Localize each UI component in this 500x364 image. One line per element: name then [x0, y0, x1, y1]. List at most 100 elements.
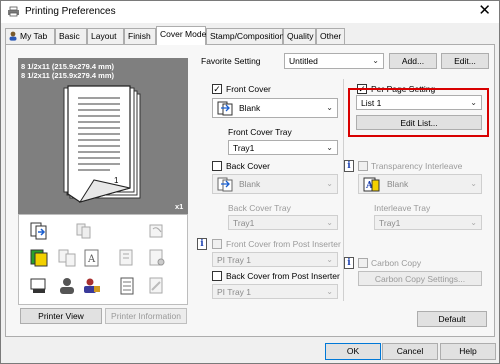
- page-stack-illustration: [63, 85, 141, 203]
- duplex-icon: [30, 222, 47, 240]
- front-post-inserter-label: Front Cover from Post Inserter: [226, 239, 341, 249]
- booklet-icon: [149, 224, 163, 238]
- back-cover-tray-value: Tray1: [233, 218, 255, 228]
- help-button[interactable]: Help: [440, 343, 496, 360]
- favorite-setting-value: Untitled: [289, 56, 318, 66]
- tab-finish[interactable]: Finish: [124, 28, 156, 44]
- transparency-interleave-label: Transparency Interleave: [371, 161, 463, 171]
- back-post-inserter-value: PI Tray 1: [217, 287, 252, 297]
- chevron-down-icon: ⌄: [326, 287, 333, 296]
- cover-sheet-icon: [217, 177, 233, 192]
- front-cover-tray-value: Tray1: [233, 143, 255, 153]
- cancel-button[interactable]: Cancel: [382, 343, 438, 360]
- printing-preferences-window: Printing Preferences ✕ My Tab Basic Layo…: [0, 0, 500, 364]
- watermark-icon: [149, 277, 163, 294]
- front-cover-tray-select[interactable]: Tray1 ⌄: [228, 140, 338, 155]
- tab-quality[interactable]: Quality: [283, 28, 316, 44]
- interleave-tray-select[interactable]: Tray1 ⌄: [374, 215, 482, 230]
- front-post-inserter-select[interactable]: PI Tray 1 ⌄: [212, 252, 338, 267]
- chevron-down-icon: ⌄: [326, 103, 333, 112]
- svg-text:A: A: [87, 254, 96, 265]
- tab-cover-mode[interactable]: Cover Mode: [156, 26, 206, 45]
- chevron-down-icon: ⌄: [326, 179, 333, 188]
- interleave-tray-value: Tray1: [379, 218, 401, 228]
- punch-icon: [149, 249, 165, 266]
- window-title: Printing Preferences: [25, 6, 116, 17]
- combine-icon: [76, 223, 91, 239]
- printer-view-button[interactable]: Printer View: [20, 308, 102, 324]
- secure-print-icon: [84, 278, 100, 293]
- text-icon: A: [84, 249, 99, 267]
- carbon-copy-settings-button[interactable]: Carbon Copy Settings...: [358, 271, 482, 286]
- staple-icon: [119, 249, 133, 266]
- tab-label: Basic: [59, 31, 80, 41]
- chevron-down-icon: ⌄: [326, 255, 333, 264]
- transparency-interleave-value: Blank: [387, 179, 409, 189]
- user-icon: [60, 278, 74, 294]
- back-post-inserter-checkbox[interactable]: [212, 271, 222, 281]
- front-cover-value: Blank: [239, 103, 261, 113]
- transparency-interleave-checkbox[interactable]: [358, 161, 368, 171]
- back-cover-tray-label: Back Cover Tray: [228, 203, 291, 213]
- cover-sheet-icon: [217, 101, 233, 116]
- tab-label: Quality: [287, 31, 314, 41]
- transparency-icon: A: [363, 177, 380, 192]
- tab-other[interactable]: Other: [316, 28, 345, 44]
- tab-label: Other: [320, 31, 342, 41]
- back-cover-label: Back Cover: [226, 161, 270, 171]
- color-icon: [30, 249, 48, 267]
- highlight-box: [348, 88, 489, 137]
- default-button[interactable]: Default: [417, 311, 487, 327]
- print-preview: 8 1/2x11 (215.9x279.4 mm) 8 1/2x11 (215.…: [18, 58, 188, 214]
- transparency-interleave-select[interactable]: A Blank ⌄: [358, 174, 482, 194]
- tab-label: Layout: [91, 31, 117, 41]
- carbon-copy-checkbox[interactable]: [358, 258, 368, 268]
- favorite-setting-label: Favorite Setting: [201, 56, 261, 66]
- front-post-inserter-checkbox[interactable]: [212, 239, 222, 249]
- output-tray-icon: [30, 278, 46, 293]
- interleave-tray-label: Interleave Tray: [374, 203, 431, 213]
- preview-paper-size-1: 8 1/2x11 (215.9x279.4 mm): [21, 62, 114, 71]
- carbon-copy-label: Carbon Copy: [371, 258, 422, 268]
- front-cover-select[interactable]: Blank ⌄: [212, 98, 338, 118]
- printer-information-button[interactable]: Printer Information: [105, 308, 187, 324]
- tab-my-tab[interactable]: My Tab: [5, 28, 55, 44]
- ok-button[interactable]: OK: [325, 343, 381, 360]
- tab-stamp-composition[interactable]: Stamp/Composition: [206, 28, 285, 44]
- front-cover-checkbox[interactable]: ✓: [212, 84, 222, 94]
- chevron-down-icon: ⌄: [326, 218, 333, 227]
- info-icon: i: [344, 257, 354, 269]
- chevron-down-icon: ⌄: [470, 218, 477, 227]
- chevron-down-icon: ⌄: [470, 179, 477, 188]
- info-icon: i: [197, 238, 207, 250]
- favorite-setting-select[interactable]: Untitled ⌄: [284, 53, 384, 69]
- favorite-add-button[interactable]: Add...: [389, 53, 437, 69]
- front-cover-label: Front Cover: [226, 84, 271, 94]
- back-cover-value: Blank: [239, 179, 261, 189]
- tab-label: My Tab: [20, 31, 48, 41]
- title-bar: Printing Preferences ✕: [1, 1, 499, 23]
- chevron-down-icon: ⌄: [372, 56, 379, 65]
- back-cover-checkbox[interactable]: [212, 161, 222, 171]
- chevron-down-icon: ⌄: [326, 143, 333, 152]
- back-cover-tray-select[interactable]: Tray1 ⌄: [228, 215, 338, 230]
- preview-paper-size-2: 8 1/2x11 (215.9x279.4 mm): [21, 71, 114, 80]
- back-cover-select[interactable]: Blank ⌄: [212, 174, 338, 194]
- settings-icon-panel: A: [18, 214, 188, 305]
- favorite-edit-button[interactable]: Edit...: [441, 53, 489, 69]
- person-icon: [9, 31, 17, 41]
- tab-basic[interactable]: Basic: [55, 28, 87, 44]
- tab-label: Stamp/Composition: [210, 31, 285, 41]
- document-icon: [120, 277, 134, 295]
- close-icon[interactable]: ✕: [478, 3, 491, 19]
- printer-icon: [8, 6, 19, 17]
- front-post-inserter-value: PI Tray 1: [217, 255, 252, 265]
- back-post-inserter-select[interactable]: PI Tray 1 ⌄: [212, 284, 338, 299]
- tab-label: Finish: [128, 31, 151, 41]
- preview-page-number: 1: [114, 176, 119, 185]
- tab-label: Cover Mode: [160, 29, 207, 39]
- front-cover-tray-label: Front Cover Tray: [228, 127, 292, 137]
- back-post-inserter-label: Back Cover from Post Inserter: [226, 271, 340, 281]
- info-icon: i: [344, 160, 354, 172]
- tab-layout[interactable]: Layout: [87, 28, 124, 44]
